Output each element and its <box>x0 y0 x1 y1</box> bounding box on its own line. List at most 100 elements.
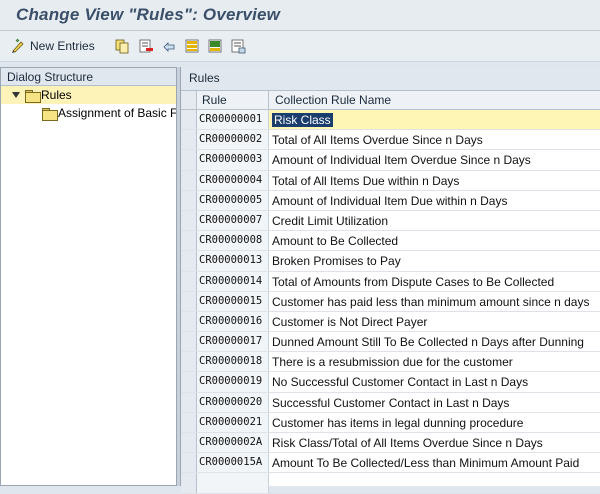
rule-name-input[interactable]: Credit Limit Utilization <box>269 211 600 230</box>
new-entries-label: New Entries <box>30 39 95 53</box>
rule-cell: CR00000019 <box>197 372 269 392</box>
rules-table: Rule Collection Rule Name CR00000001 Risk… <box>181 91 600 494</box>
table-row[interactable]: CR00000002 Total of All Items Overdue Sin… <box>181 130 600 151</box>
expand-triangle-icon[interactable] <box>12 92 20 98</box>
row-selector[interactable] <box>181 130 197 150</box>
rule-name-input[interactable]: There is a resubmission due for the cust… <box>269 352 600 371</box>
table-row[interactable]: CR00000004 Total of All Items Due within … <box>181 170 600 191</box>
delete-icon <box>138 38 154 54</box>
tree-item-rules[interactable]: Rules <box>1 86 176 104</box>
row-selector[interactable] <box>181 110 197 130</box>
table-row[interactable]: CR00000015 Customer has paid less than mi… <box>181 291 600 312</box>
rule-cell: CR0000015A <box>197 453 269 473</box>
rule-name-input[interactable]: Customer is Not Direct Payer <box>269 312 600 331</box>
rule-cell: CR00000008 <box>197 231 269 251</box>
table-row[interactable]: CR0000002A Risk Class/Total of All Items … <box>181 433 600 454</box>
table-row[interactable]: CR00000016 Customer is Not Direct Payer <box>181 311 600 333</box>
rules-panel: Rules Rule Collection Rule Name CR000000… <box>180 67 600 494</box>
table-row[interactable]: CR00000014 Total of Amounts from Dispute … <box>181 271 600 292</box>
rule-cell: CR00000002 <box>197 130 269 150</box>
table-row[interactable]: CR00000021 Customer has items in legal du… <box>181 412 600 433</box>
rule-cell: CR00000007 <box>197 210 269 231</box>
column-header-rule[interactable]: Rule <box>197 91 269 109</box>
row-selector[interactable] <box>181 210 197 231</box>
table-row[interactable]: CR00000005 Amount of Individual Item Due … <box>181 190 600 211</box>
rule-cell: CR00000018 <box>197 352 269 372</box>
table-row[interactable]: CR00000017 Dunned Amount Still To Be Coll… <box>181 332 600 353</box>
rule-name-input[interactable]: Customer has items in legal dunning proc… <box>269 413 600 432</box>
row-selector[interactable] <box>181 251 197 271</box>
table-row[interactable]: CR00000008 Amount to Be Collected <box>181 231 600 252</box>
row-selector[interactable] <box>181 190 197 210</box>
select-all-cell[interactable] <box>181 91 197 109</box>
table-row[interactable]: CR00000003 Amount of Individual Item Over… <box>181 150 600 171</box>
selected-text: Risk Class <box>272 113 333 127</box>
delete-button[interactable] <box>138 36 154 56</box>
row-selector[interactable] <box>181 352 197 372</box>
deselect-all-button[interactable] <box>230 36 246 56</box>
rule-cell: CR00000016 <box>197 311 269 332</box>
table-row[interactable]: CR00000019 No Successful Customer Contact… <box>181 372 600 393</box>
row-selector[interactable] <box>181 332 197 352</box>
tree-item-label: Assignment of Basic F <box>58 106 176 120</box>
row-selector[interactable] <box>181 291 197 311</box>
rule-cell <box>197 473 269 493</box>
row-selector[interactable] <box>181 453 197 473</box>
rule-cell: CR00000021 <box>197 412 269 432</box>
dialog-structure-header: Dialog Structure <box>1 68 176 86</box>
undo-icon <box>161 38 177 54</box>
table-row[interactable]: CR00000001 Risk Class <box>181 110 600 131</box>
rule-name-input[interactable]: Total of All Items Due within n Days <box>269 171 600 190</box>
rule-name-input[interactable]: Amount of Individual Item Due within n D… <box>269 191 600 210</box>
rule-cell: CR00000001 <box>197 110 269 130</box>
tree-item-label: Rules <box>41 88 72 102</box>
rule-name-input[interactable]: Amount to Be Collected <box>269 231 600 250</box>
rule-cell: CR00000014 <box>197 271 269 291</box>
table-row[interactable]: CR00000018 There is a resubmission due fo… <box>181 352 600 373</box>
row-selector[interactable] <box>181 231 197 251</box>
rule-name-input[interactable]: Dunned Amount Still To Be Collected n Da… <box>269 332 600 351</box>
row-selector[interactable] <box>181 271 197 291</box>
folder-icon <box>42 107 58 121</box>
rule-name-input[interactable]: Risk Class <box>269 110 600 130</box>
copy-button[interactable] <box>114 36 130 56</box>
table-row[interactable]: CR00000020 Successful Customer Contact in… <box>181 392 600 413</box>
table-row[interactable]: CR00000013 Broken Promises to Pay <box>181 251 600 272</box>
row-selector[interactable] <box>181 150 197 170</box>
page-title: Change View "Rules": Overview <box>16 5 281 24</box>
row-selector[interactable] <box>181 412 197 432</box>
undo-button[interactable] <box>161 36 177 56</box>
select-all-button[interactable] <box>184 36 200 56</box>
row-selector[interactable] <box>181 372 197 392</box>
select-block-icon <box>207 38 223 54</box>
table-row[interactable]: CR00000007 Credit Limit Utilization <box>181 210 600 232</box>
table-row[interactable]: CR0000015A Amount To Be Collected/Less th… <box>181 453 600 474</box>
rule-cell: CR00000015 <box>197 291 269 311</box>
row-selector[interactable] <box>181 311 197 332</box>
rule-cell: CR00000020 <box>197 392 269 412</box>
rule-name-input[interactable]: Total of Amounts from Dispute Cases to B… <box>269 272 600 291</box>
rule-name-input[interactable]: Amount To Be Collected/Less than Minimum… <box>269 453 600 472</box>
row-selector[interactable] <box>181 170 197 190</box>
rule-cell: CR00000013 <box>197 251 269 271</box>
select-block-button[interactable] <box>207 36 223 56</box>
rule-name-input[interactable]: Total of All Items Overdue Since n Days <box>269 130 600 149</box>
edit-pencil-icon <box>10 38 26 54</box>
rule-name-input[interactable]: Risk Class/Total of All Items Overdue Si… <box>269 433 600 452</box>
rule-name-input[interactable]: Successful Customer Contact in Last n Da… <box>269 393 600 412</box>
row-selector <box>181 473 197 493</box>
new-entries-button[interactable]: New Entries <box>10 36 95 56</box>
tree-item-assignment[interactable]: Assignment of Basic F <box>1 104 176 122</box>
rule-name-input[interactable]: Amount of Individual Item Overdue Since … <box>269 150 600 169</box>
dialog-structure-panel: Dialog Structure Rules Assignment of Bas… <box>0 67 177 486</box>
row-selector[interactable] <box>181 392 197 412</box>
select-all-icon <box>184 38 200 54</box>
rule-name-input[interactable]: Customer has paid less than minimum amou… <box>269 292 600 311</box>
application-toolbar: New Entries <box>0 31 600 62</box>
column-header-name[interactable]: Collection Rule Name <box>269 91 600 109</box>
table-title: Rules <box>181 67 600 91</box>
empty-row <box>181 473 600 494</box>
rule-name-input[interactable]: No Successful Customer Contact in Last n… <box>269 372 600 391</box>
rule-name-input[interactable]: Broken Promises to Pay <box>269 251 600 270</box>
row-selector[interactable] <box>181 433 197 453</box>
